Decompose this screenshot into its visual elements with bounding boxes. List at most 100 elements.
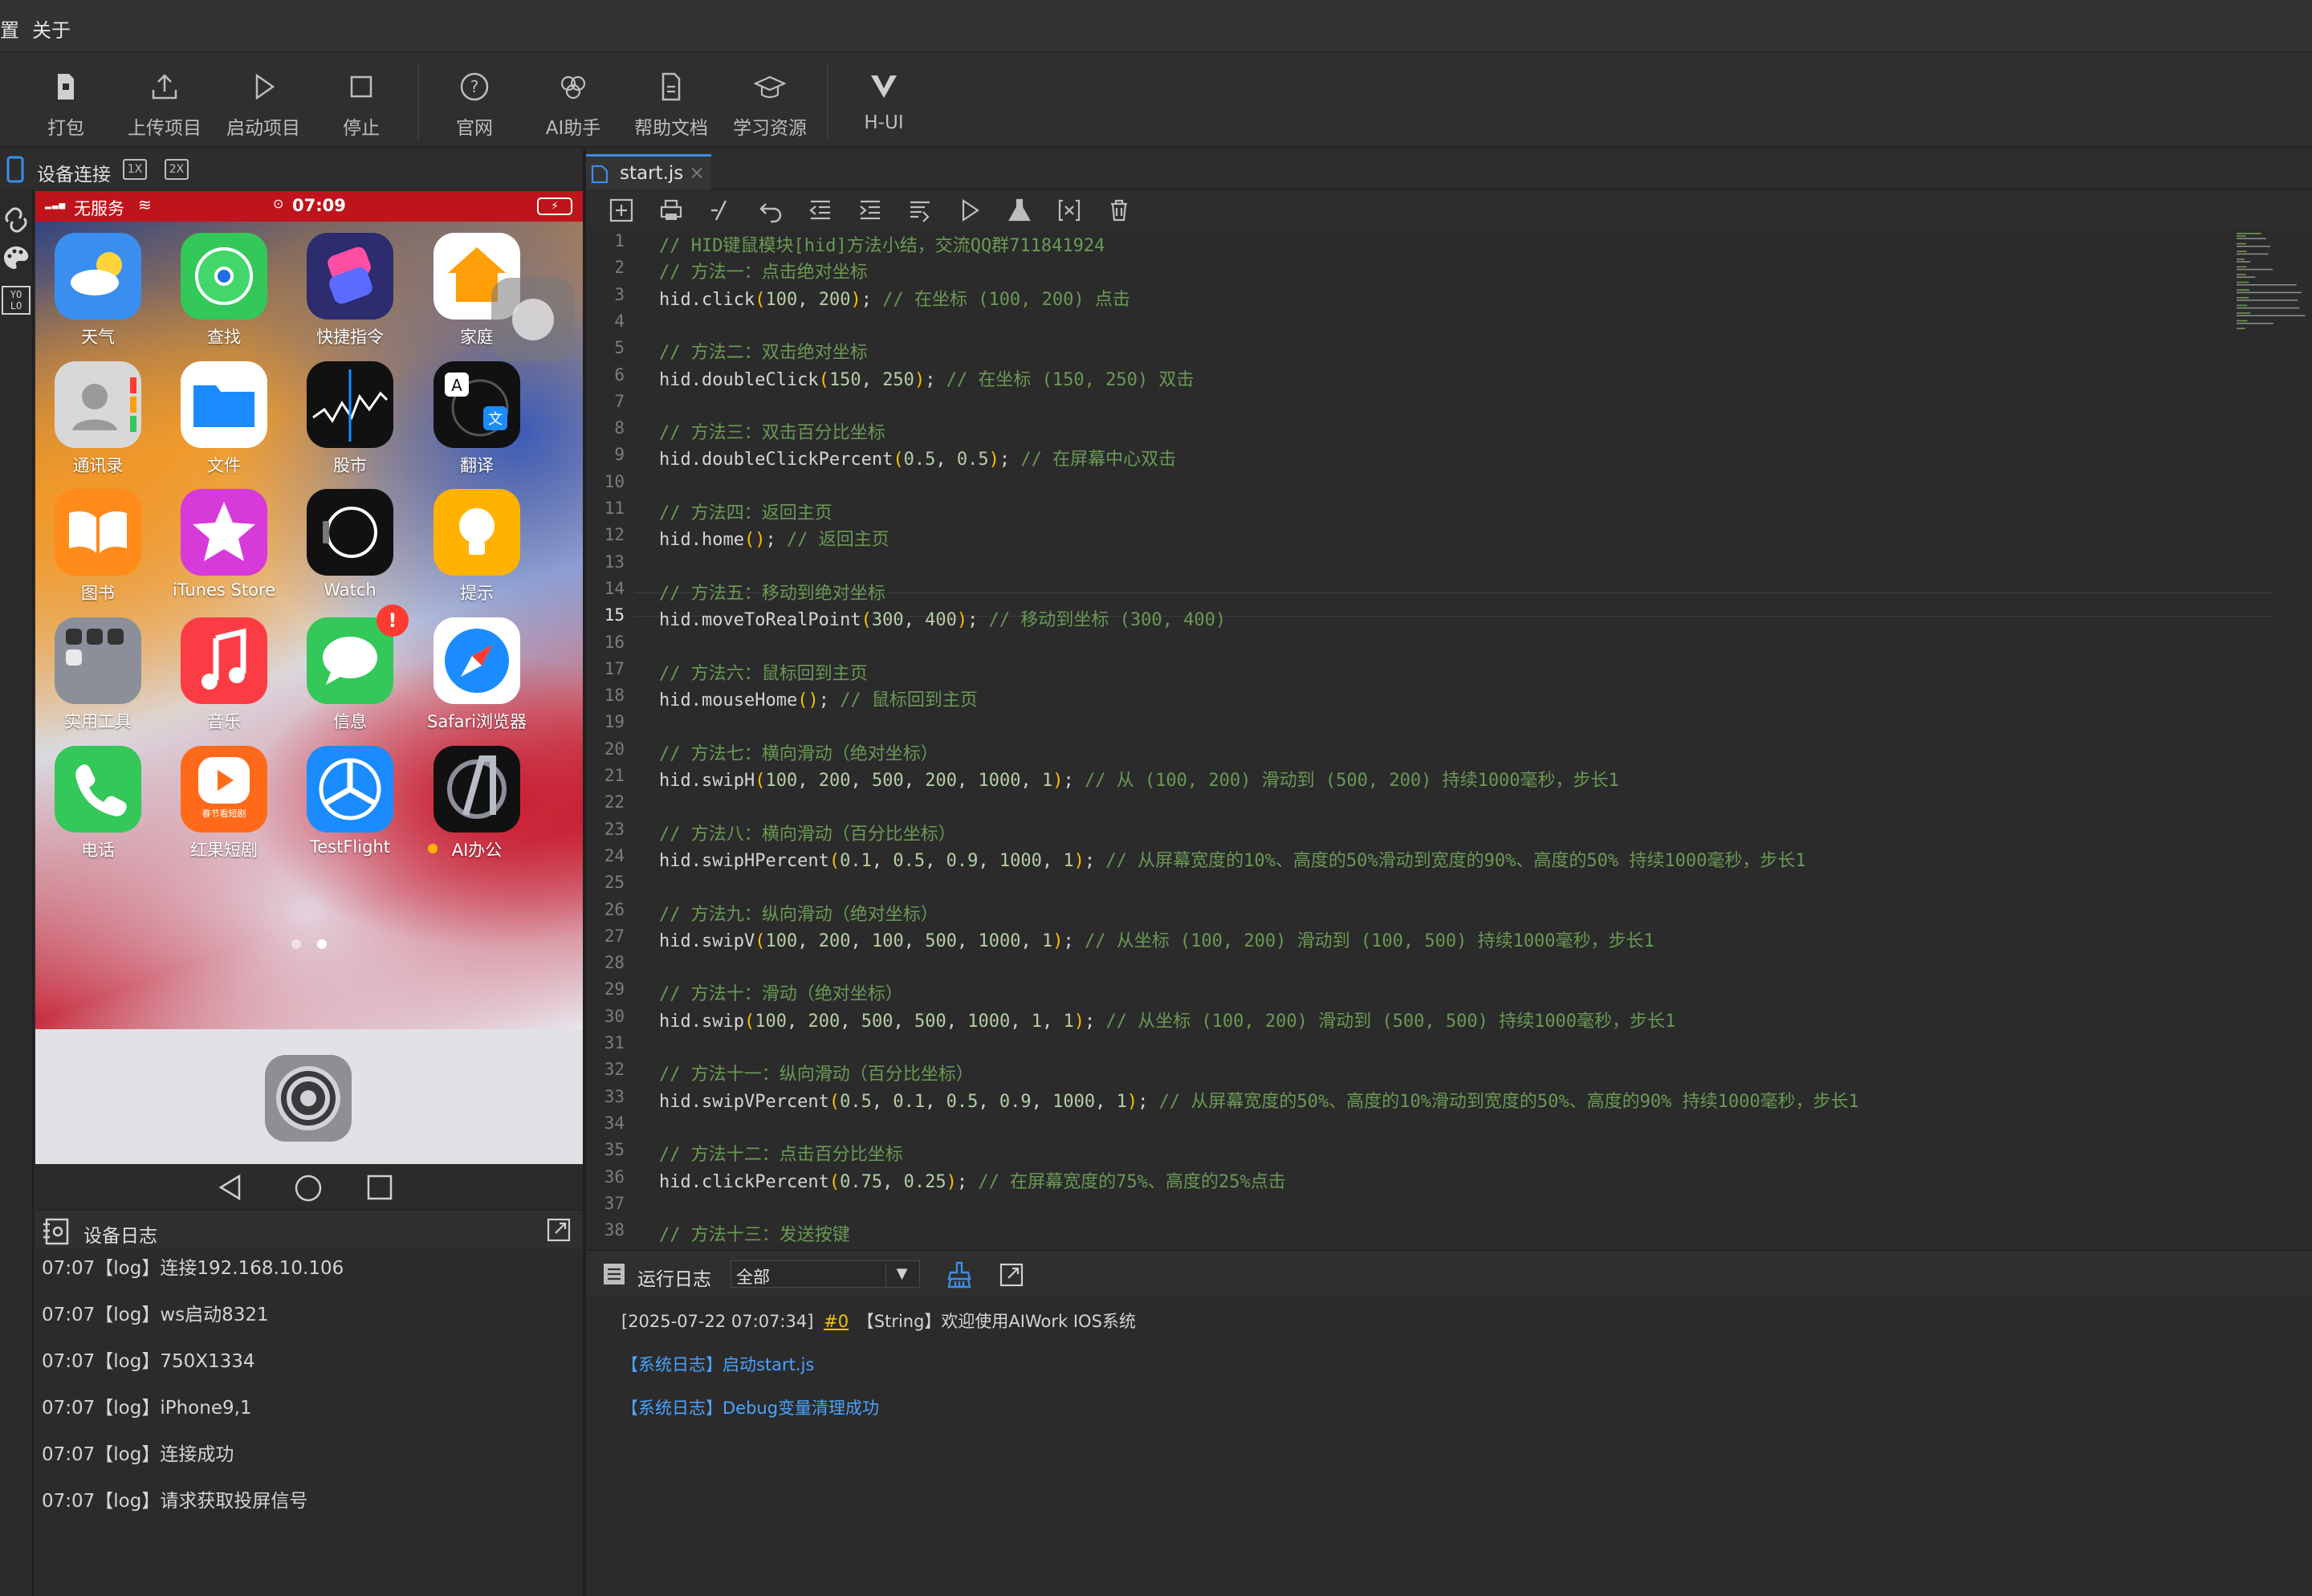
assistive-touch-button[interactable]: [491, 278, 575, 361]
line-number: 29: [604, 979, 625, 1000]
zoom-1x-button[interactable]: 1X: [123, 159, 147, 180]
app-label: 通讯录: [72, 456, 124, 475]
minimap-line: [2237, 328, 2245, 329]
app-find-my[interactable]: 查找: [164, 233, 284, 361]
battery-charging-icon: ⚡: [537, 197, 572, 215]
menu-item-about[interactable]: 关于: [32, 14, 71, 43]
app-utilities[interactable]: 实用工具: [38, 617, 158, 746]
app-safari[interactable]: Safari浏览器: [417, 617, 537, 746]
menu-item-settings[interactable]: 置: [0, 14, 19, 43]
code-line: // 方法七：横向滑动（绝对坐标）: [659, 743, 938, 764]
yolo-button[interactable]: YO LO: [2, 286, 31, 315]
indent-icon[interactable]: [857, 197, 883, 223]
app-ai-office[interactable]: AI办公: [417, 746, 537, 874]
back-triangle-icon[interactable]: [217, 1174, 244, 1201]
app-watch[interactable]: Watch: [290, 489, 410, 617]
stop-button[interactable]: 停止: [317, 53, 405, 148]
recents-square-icon[interactable]: [366, 1174, 393, 1201]
app-messages[interactable]: ! 信息: [290, 605, 410, 746]
app-label: Watch: [324, 580, 377, 600]
run-log-list: [2025-07-22 07:07:34] #0 【String】欢迎使用AIW…: [586, 1297, 2312, 1596]
app-phone[interactable]: 电话: [38, 746, 158, 874]
line-number: 28: [604, 953, 625, 973]
run-log-line: 【系统日志】Debug变量清理成功: [621, 1399, 880, 1418]
code-editor[interactable]: 1 2 3 4 5 6 7 8 9 10 11 12 13 14 15 16 17 18 19 20 21 22 23 24 2…: [586, 230, 2312, 1248]
website-button[interactable]: ? 官网: [430, 53, 519, 148]
app-label: 实用工具: [64, 712, 132, 731]
home-circle-icon[interactable]: [294, 1174, 323, 1203]
app-testflight[interactable]: TestFlight: [290, 746, 410, 874]
minimap-line: [2237, 268, 2273, 271]
app-books[interactable]: 图书: [38, 489, 158, 617]
undo-icon[interactable]: [758, 197, 784, 223]
start-project-button[interactable]: 启动项目: [219, 53, 307, 148]
comment-toggle-icon[interactable]: [708, 197, 734, 223]
app-stocks[interactable]: 股市: [290, 361, 410, 490]
device-screen[interactable]: ▂▃▅ 无服务 ≋ ⊙ 07:09 ⚡ 天气 查找 快捷指令 家庭 通讯录 文件…: [35, 191, 583, 1164]
minimap-line: [2237, 289, 2250, 291]
app-shortcuts[interactable]: 快捷指令: [290, 233, 410, 361]
minimap-line: [2237, 242, 2246, 245]
main-toolbar: 打包 上传项目 启动项目 停止 ? 官网 AI助手 帮助文档 学习资源 H-UI: [0, 53, 2312, 148]
log-tag-link[interactable]: #0: [824, 1312, 849, 1331]
app-hongguo-drama[interactable]: 春节看短剧 红果短剧: [164, 746, 284, 874]
h-ui-button[interactable]: H-UI: [840, 53, 928, 148]
popout-icon[interactable]: [999, 1262, 1024, 1288]
page-dot[interactable]: [291, 939, 301, 949]
page-dot-active[interactable]: [317, 939, 327, 949]
editor-toolbar: [586, 191, 2312, 230]
variables-icon[interactable]: [1056, 197, 1082, 223]
stop-icon: [350, 75, 372, 98]
code-line: // 方法十三：发送按键: [659, 1225, 850, 1246]
code-line: hid.clickPercent(0.75, 0.25); // 在屏幕宽度的7…: [659, 1171, 1286, 1192]
app-translate[interactable]: A文 翻译: [417, 361, 537, 490]
h-ui-label: H-UI: [864, 112, 904, 133]
close-tab-icon[interactable]: ×: [689, 161, 705, 184]
clear-trash-icon[interactable]: [1106, 197, 1132, 223]
run-log-line: [2025-07-22 07:07:34] #0 【String】欢迎使用AIW…: [621, 1309, 1136, 1333]
line-number: 10: [604, 471, 625, 491]
line-number: 25: [604, 873, 625, 893]
app-itunes-store[interactable]: iTunes Store: [164, 489, 284, 617]
code-line: // 方法十二：点击百分比坐标: [659, 1145, 903, 1166]
learning-resources-button[interactable]: 学习资源: [726, 53, 814, 148]
file-tab-start-js[interactable]: start.js ×: [586, 154, 711, 189]
package-button[interactable]: 打包: [22, 53, 110, 148]
run-icon[interactable]: [957, 197, 983, 223]
line-number: 2: [614, 258, 625, 278]
new-file-icon[interactable]: [609, 197, 634, 223]
code-minimap[interactable]: [2233, 230, 2312, 390]
popout-icon[interactable]: [546, 1217, 572, 1243]
line-number: 32: [604, 1060, 625, 1080]
outdent-icon[interactable]: [808, 197, 833, 223]
dock-app-settings[interactable]: [265, 1055, 352, 1142]
app-weather[interactable]: 天气: [38, 233, 158, 361]
toolbar-separator: [827, 63, 828, 140]
app-music[interactable]: 音乐: [164, 617, 284, 746]
link-icon[interactable]: [2, 206, 31, 234]
minimap-line: [2237, 323, 2273, 324]
line-number: 20: [604, 739, 625, 759]
svg-text:文: 文: [488, 411, 503, 428]
palette-icon[interactable]: [2, 244, 31, 273]
signal-icon: ▂▃▅: [45, 201, 67, 210]
print-icon[interactable]: [658, 197, 684, 223]
flask-debug-icon[interactable]: [1007, 197, 1032, 223]
books-icon: [55, 489, 141, 576]
minimap-line: [2237, 307, 2300, 309]
zoom-2x-button[interactable]: 2X: [165, 159, 189, 180]
app-label: 文件: [207, 456, 241, 475]
app-contacts[interactable]: 通讯录: [38, 361, 158, 490]
app-files[interactable]: 文件: [164, 361, 284, 490]
code-line: // 方法六：鼠标回到主页: [659, 663, 868, 684]
clear-log-broom-icon[interactable]: [946, 1260, 973, 1289]
log-filter-select[interactable]: 全部 ▼: [731, 1260, 920, 1288]
app-tips[interactable]: 提示: [417, 489, 537, 617]
ai-assistant-button[interactable]: AI助手: [529, 53, 617, 148]
upload-project-button[interactable]: 上传项目: [120, 53, 209, 148]
chevron-down-icon[interactable]: ▼: [885, 1263, 918, 1287]
format-code-icon[interactable]: [907, 197, 933, 223]
stop-label: 停止: [343, 118, 380, 139]
help-docs-button[interactable]: 帮助文档: [627, 53, 715, 148]
device-connect-tab[interactable]: 设备连接: [37, 159, 111, 186]
